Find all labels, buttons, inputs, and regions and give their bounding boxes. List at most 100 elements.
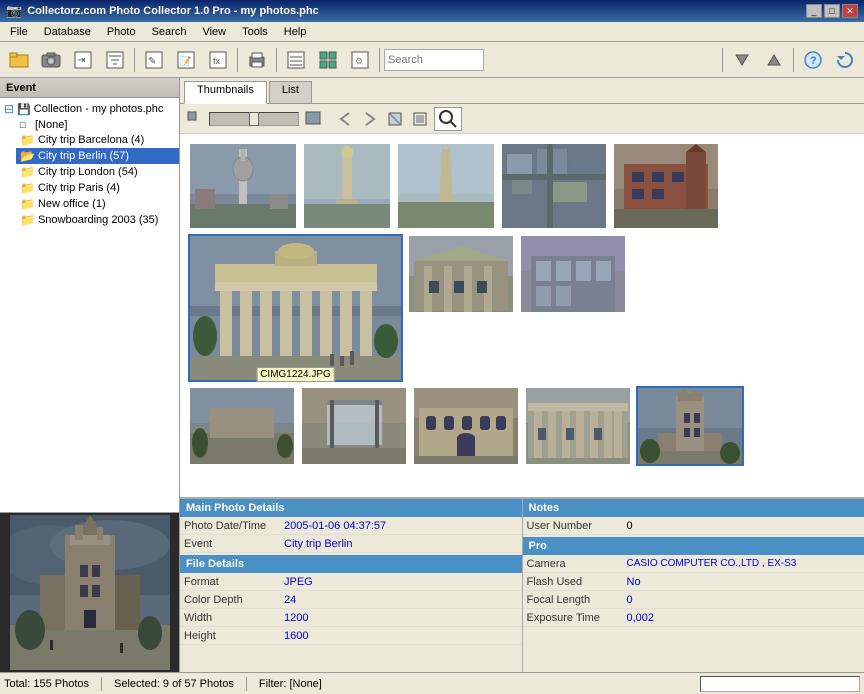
thumb-12[interactable] <box>636 386 744 466</box>
tree-item-newoffice[interactable]: 📁 New office (1) <box>16 196 179 212</box>
preview-panel <box>0 512 179 672</box>
fit-button[interactable] <box>409 108 431 130</box>
thumb-image-9 <box>302 388 406 464</box>
edit-button[interactable]: ✎ <box>139 46 169 74</box>
thumb-5[interactable] <box>612 142 720 230</box>
tab-list[interactable]: List <box>269 81 312 103</box>
status-sep-2 <box>246 677 247 691</box>
exposure-row: Exposure Time 0,002 <box>523 609 864 627</box>
focal-value: 0 <box>627 594 633 606</box>
thumb-image-10 <box>414 388 518 464</box>
main-details-title: Main Photo Details <box>186 502 284 514</box>
view-list-button[interactable] <box>281 46 311 74</box>
zoom-slider[interactable] <box>209 112 299 126</box>
status-sep-1 <box>101 677 102 691</box>
search-input[interactable] <box>384 49 484 71</box>
open-button[interactable] <box>4 46 34 74</box>
filter-down-button[interactable] <box>727 46 757 74</box>
thumb-9[interactable] <box>300 386 408 466</box>
thumb-11[interactable] <box>524 386 632 466</box>
colordepth-row: Color Depth 24 <box>180 591 522 609</box>
focal-label: Focal Length <box>527 594 627 606</box>
close-button[interactable]: ✕ <box>842 4 858 18</box>
menu-view[interactable]: View <box>196 25 232 39</box>
toolbar-separator-2 <box>237 48 238 72</box>
toolbar-separator-4 <box>379 48 380 72</box>
datetime-label: Photo Date/Time <box>184 520 284 532</box>
thumb-7[interactable] <box>519 234 627 314</box>
tab-thumbnails[interactable]: Thumbnails <box>184 81 267 104</box>
thumb-8[interactable] <box>188 386 296 466</box>
file-details-title: File Details <box>186 558 244 570</box>
refresh-button[interactable] <box>830 46 860 74</box>
filter-button[interactable] <box>100 46 130 74</box>
main-details-header: Main Photo Details <box>180 499 522 517</box>
thumb-10[interactable] <box>412 386 520 466</box>
selected-photos: Selected: 9 of 57 Photos <box>114 678 234 690</box>
thumb-image-5 <box>614 144 718 228</box>
export-button[interactable]: ⇥ <box>68 46 98 74</box>
menu-help[interactable]: Help <box>278 25 313 39</box>
event-row: Event City trip Berlin <box>180 535 522 553</box>
thumb-2[interactable] <box>302 142 392 230</box>
edit2-button[interactable]: 📝 <box>171 46 201 74</box>
thumb-1[interactable] <box>188 142 298 230</box>
notes-pro-section: Notes User Number 0 Pro Camera CASIO COM… <box>523 499 864 672</box>
toolbar-separator-5 <box>722 48 723 72</box>
thumb-image-8 <box>190 388 294 464</box>
width-row: Width 1200 <box>180 609 522 627</box>
tree-root[interactable]: ⊟ 💾 Collection - my photos.phc <box>0 100 179 118</box>
exposure-label: Exposure Time <box>527 612 627 624</box>
tree-item-none[interactable]: □ [None] <box>16 118 179 132</box>
filter-up-button[interactable] <box>759 46 789 74</box>
height-value: 1600 <box>284 630 308 642</box>
tree-item-paris[interactable]: 📁 City trip Paris (4) <box>16 180 179 196</box>
menu-tools[interactable]: Tools <box>236 25 274 39</box>
width-label: Width <box>184 612 284 624</box>
menu-file[interactable]: File <box>4 25 34 39</box>
tree-item-barcelona[interactable]: 📁 City trip Barcelona (4) <box>16 132 179 148</box>
zoom-min-button[interactable] <box>184 108 206 130</box>
maximize-button[interactable]: □ <box>824 4 840 18</box>
view-detail-button[interactable] <box>313 46 343 74</box>
tree-item-berlin[interactable]: 📂 City trip Berlin (57) <box>16 148 179 164</box>
flash-row: Flash Used No <box>523 573 864 591</box>
camera-label: Camera <box>527 558 627 570</box>
svg-text:📝: 📝 <box>180 55 191 66</box>
main-layout: Event ⊟ 💾 Collection - my photos.phc □ [… <box>0 78 864 672</box>
reload-button[interactable] <box>384 108 406 130</box>
print-button[interactable] <box>242 46 272 74</box>
minimize-button[interactable]: _ <box>806 4 822 18</box>
status-search-input[interactable] <box>700 676 860 692</box>
file-tree: ⊟ 💾 Collection - my photos.phc □ [None] … <box>0 98 179 512</box>
thumb-image-6 <box>409 236 513 312</box>
notes-header: Notes <box>523 499 864 517</box>
menu-database[interactable]: Database <box>38 25 97 39</box>
thumb-large[interactable]: CIMG1224.JPG <box>188 234 403 382</box>
tree-berlin-label: City trip Berlin (57) <box>38 150 129 162</box>
zoom-max-button[interactable] <box>302 108 324 130</box>
tree-item-london[interactable]: 📁 City trip London (54) <box>16 164 179 180</box>
thumb-4[interactable] <box>500 142 608 230</box>
toolbar-separator-6 <box>793 48 794 72</box>
thumb-6[interactable] <box>407 234 515 314</box>
help-button[interactable]: ? <box>798 46 828 74</box>
tree-paris-label: City trip Paris (4) <box>38 182 120 194</box>
menu-search[interactable]: Search <box>146 25 193 39</box>
format-row: Format JPEG <box>180 573 522 591</box>
menu-photo[interactable]: Photo <box>101 25 142 39</box>
camera-value: CASIO COMPUTER CO.,LTD , EX-S3 <box>627 558 797 569</box>
titlebar: 📷 Collectorz.com Photo Collector 1.0 Pro… <box>0 0 864 22</box>
toolbar-separator-1 <box>134 48 135 72</box>
settings-button[interactable]: ⚙ <box>345 46 375 74</box>
thumb-3[interactable] <box>396 142 496 230</box>
svg-text:✎: ✎ <box>148 56 156 67</box>
search-button[interactable] <box>434 107 462 131</box>
camera-button[interactable] <box>36 46 66 74</box>
script-button[interactable]: fx <box>203 46 233 74</box>
tree-item-snowboarding[interactable]: 📁 Snowboarding 2003 (35) <box>16 212 179 228</box>
forward-button[interactable] <box>359 108 381 130</box>
thumbnails-area[interactable]: CIMG1224.JPG <box>180 134 864 497</box>
width-value: 1200 <box>284 612 308 624</box>
back-button[interactable] <box>334 108 356 130</box>
